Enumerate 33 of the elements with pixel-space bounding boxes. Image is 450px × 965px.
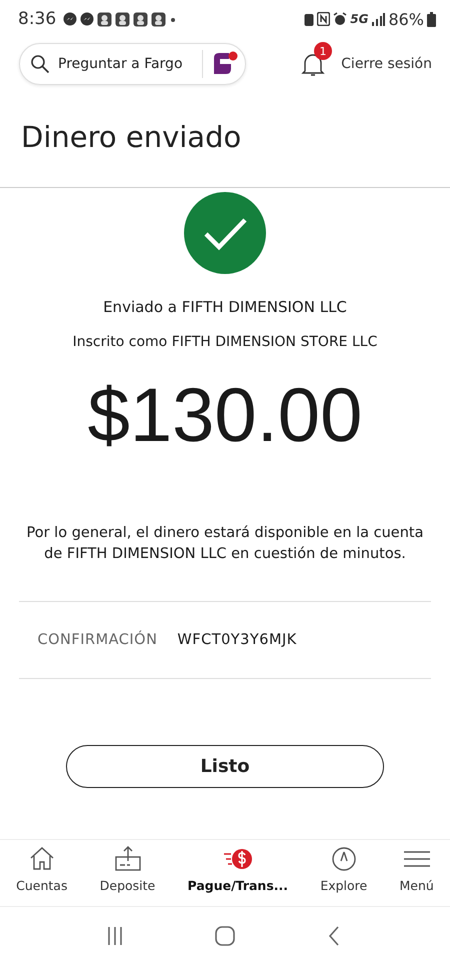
nav-tab[interactable]: Explore xyxy=(320,844,368,906)
app-icon xyxy=(133,12,148,26)
messenger-icon xyxy=(80,12,94,26)
amount-text: $130.00 xyxy=(88,372,362,459)
messenger-icon xyxy=(63,12,78,26)
app-icon xyxy=(97,12,112,26)
battery-saver-icon xyxy=(304,12,314,26)
app-icon xyxy=(151,12,166,26)
signal-icon xyxy=(371,12,386,26)
nfc-icon xyxy=(317,12,330,26)
logout-link[interactable]: Cierre sesión xyxy=(341,56,432,72)
enrolled-text: Inscrito como FIFTH DIMENSION STORE LLC xyxy=(72,334,378,350)
notification-badge: 1 xyxy=(314,42,332,60)
success-check-icon xyxy=(184,192,266,274)
app-icon xyxy=(115,12,130,26)
nav-tab[interactable]: Menú xyxy=(400,844,434,906)
network-label: 5G xyxy=(350,12,368,26)
nav-tab[interactable]: Deposite xyxy=(100,844,156,906)
confirmation-label: CONFIRMACIÓN xyxy=(38,632,158,648)
done-button[interactable]: Listo xyxy=(66,745,384,788)
home-icon xyxy=(214,925,236,947)
battery-icon xyxy=(427,12,436,26)
recipient-text: Enviado a FIFTH DIMENSION LLC xyxy=(103,298,347,316)
clock-time: 8:36 xyxy=(18,9,56,29)
nav-tab[interactable]: Cuentas xyxy=(16,844,68,906)
confirmation-number: WFCT0Y3Y6MJK xyxy=(177,632,297,648)
search-field[interactable]: Preguntar a Fargo xyxy=(58,56,194,72)
info-text: Por lo general, el dinero estará disponible en la cuenta de FIFTH DIMENSION LLC en cuestión de minutos. xyxy=(26,524,424,564)
nav-tab[interactable]: Pague/Trans... xyxy=(188,844,288,906)
page-title: Dinero enviado xyxy=(20,119,242,156)
search-icon xyxy=(30,54,50,74)
alarm-icon xyxy=(333,12,348,26)
battery-percentage: 86% xyxy=(388,10,424,28)
